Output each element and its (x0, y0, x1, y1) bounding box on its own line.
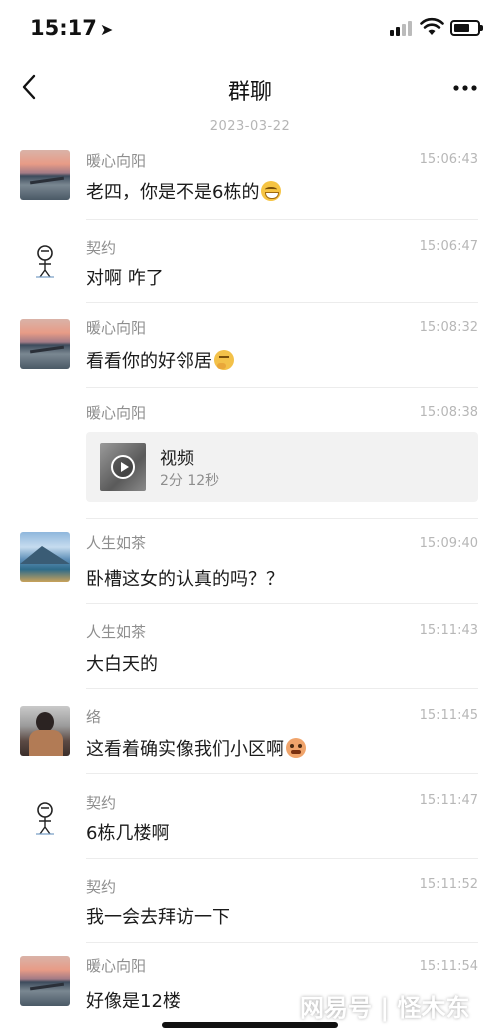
avatar[interactable] (20, 150, 70, 200)
sender-name: 暖心向阳 (86, 404, 147, 422)
divider (86, 688, 478, 689)
message-item: 契约 15:06:47 对啊 咋了 (0, 232, 500, 308)
video-duration: 2分 12秒 (160, 473, 220, 489)
message-time: 15:09:40 (419, 536, 478, 551)
divider (86, 518, 478, 519)
message-text: 好像是12楼 (86, 991, 181, 1012)
battery-icon (450, 20, 483, 36)
message-time: 15:11:43 (419, 623, 478, 638)
sender-name: 暖心向阳 (86, 957, 147, 975)
divider (86, 302, 478, 303)
status-time-label: 15:17 (30, 16, 97, 40)
message-text: 老四，你是不是6栋的 (86, 178, 282, 204)
sender-name: 暖心向阳 (86, 319, 147, 337)
message-time: 15:06:43 (419, 152, 478, 167)
message-item: 暖心向阳 15:06:43 老四，你是不是6栋的 (0, 145, 500, 221)
video-title: 视频 (160, 449, 194, 469)
page-title: 群聊 (227, 80, 272, 105)
thinking-face-emoji (214, 350, 234, 370)
more-dots-icon[interactable] (450, 74, 480, 102)
message-text-content: 老四，你是不是6栋的 (86, 182, 260, 203)
doodle-figure-icon (36, 245, 54, 278)
avatar[interactable] (20, 956, 70, 1006)
sender-name: 契约 (86, 794, 117, 812)
divider (86, 858, 478, 859)
message-text: 6栋几楼啊 (86, 823, 170, 844)
divider (86, 603, 478, 604)
message-item: 人生如茶 15:11:43 大白天的 (0, 618, 500, 694)
message-text: 我一会去拜访一下 (86, 907, 230, 928)
message-item: 络 15:11:45 这看着确实像我们小区啊 (0, 703, 500, 779)
message-text: 卧槽这女的认真的吗？？ (86, 569, 284, 590)
message-text: 看看你的好邻居 (86, 347, 234, 373)
video-card[interactable]: 视频 2分 12秒 (86, 432, 478, 502)
video-play-icon (111, 455, 135, 479)
grinning-face-emoji (261, 181, 282, 201)
message-time: 15:11:52 (419, 877, 478, 892)
status-time: 15:17 ➤ (30, 16, 113, 40)
sender-name: 人生如茶 (86, 623, 147, 641)
message-text: 大白天的 (86, 654, 158, 675)
status-bar: 15:17 ➤ (0, 0, 500, 58)
message-time: 15:06:47 (419, 239, 478, 254)
message-item: 契约 15:11:47 6栋几楼啊 (0, 789, 500, 865)
sender-name: 络 (86, 708, 102, 726)
divider (86, 773, 478, 774)
message-item: 契约 15:11:52 我一会去拜访一下 (0, 873, 500, 949)
message-time: 15:11:45 (419, 708, 478, 723)
message-text: 对啊 咋了 (86, 268, 164, 289)
sender-name: 契约 (86, 239, 117, 257)
location-arrow-icon: ➤ (99, 20, 114, 39)
divider (86, 942, 478, 943)
message-item: 暖心向阳 15:08:38 视频 2分 12秒 (0, 399, 500, 519)
message-text-content: 看看你的好邻居 (86, 351, 212, 372)
message-time: 15:08:38 (419, 405, 478, 420)
divider (86, 387, 478, 388)
avatar[interactable] (20, 532, 70, 582)
avatar[interactable] (20, 706, 70, 756)
divider (86, 219, 478, 220)
nav-bar: 群聊 (0, 60, 500, 116)
message-text-content: 这看着确实像我们小区啊 (86, 739, 284, 760)
message-time: 15:08:32 (419, 320, 478, 335)
message-text: 这看着确实像我们小区啊 (86, 735, 306, 761)
signal-icon (390, 20, 416, 36)
avatar[interactable] (20, 319, 70, 369)
home-indicator[interactable] (162, 1022, 338, 1028)
avatar[interactable] (20, 794, 70, 844)
avatar[interactable] (20, 237, 70, 287)
wifi-icon (420, 17, 444, 35)
message-time: 15:11:47 (419, 793, 478, 808)
video-thumbnail[interactable] (100, 443, 146, 491)
awkward-face-emoji (286, 738, 306, 758)
doodle-figure-icon (36, 802, 54, 835)
sender-name: 暖心向阳 (86, 152, 147, 170)
sender-name: 契约 (86, 878, 117, 896)
message-time: 15:11:54 (419, 959, 478, 974)
date-header: 2023-03-22 (209, 119, 291, 134)
sender-name: 人生如茶 (86, 534, 147, 552)
message-item: 人生如茶 15:09:40 卧槽这女的认真的吗？？ (0, 530, 500, 606)
message-item: 暖心向阳 15:08:32 看看你的好邻居 (0, 314, 500, 390)
